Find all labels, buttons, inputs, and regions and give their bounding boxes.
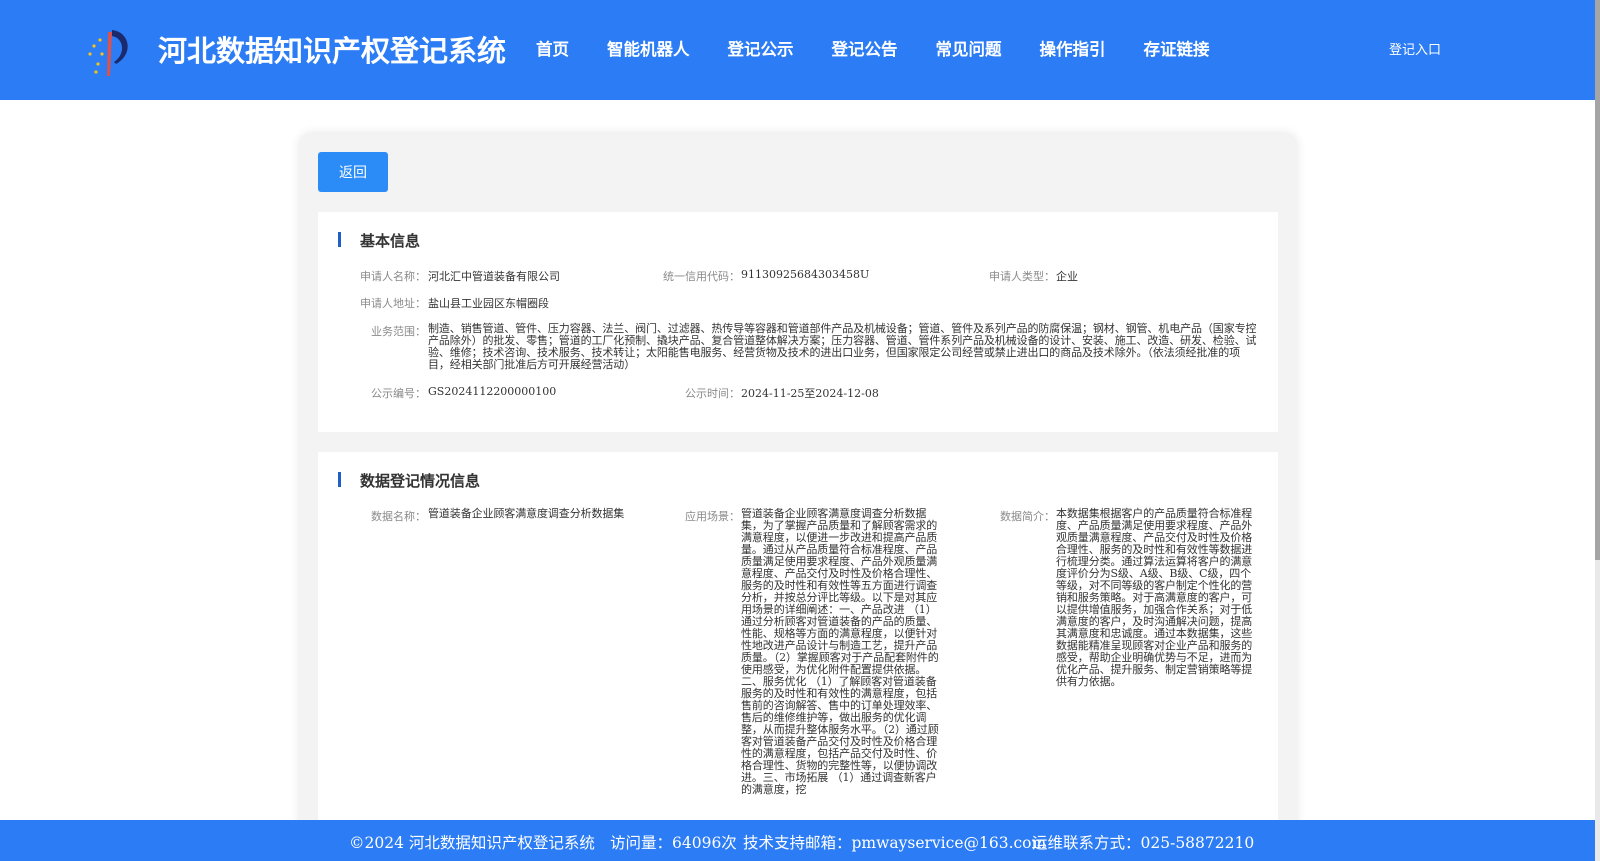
- nav-announcement[interactable]: 登记公告: [832, 36, 898, 60]
- footer-phone: 运维联系方式：025-58872210: [1032, 834, 1255, 852]
- nav-home[interactable]: 首页: [536, 36, 569, 60]
- nav-publicity[interactable]: 登记公示: [728, 36, 794, 60]
- pub-time-label: 公示时间：: [685, 387, 740, 400]
- site-title: 河北数据知识产权登记系统: [158, 34, 507, 68]
- address-label: 申请人地址：: [360, 297, 426, 310]
- data-name-value: 管道装备企业顾客满意度调查分析数据集: [428, 507, 625, 520]
- pub-no-label: 公示编号：: [371, 387, 426, 400]
- applicant-type-value: 企业: [1056, 270, 1078, 283]
- address-value: 盐山县工业园区东帽圈段: [428, 297, 549, 310]
- credit-code-label: 统一信用代码：: [663, 270, 740, 283]
- nav-guide[interactable]: 操作指引: [1040, 36, 1106, 60]
- footer-visits: 访问量：64096次: [610, 834, 737, 852]
- data-name-label: 数据名称：: [371, 510, 426, 523]
- main-nav: 首页 智能机器人 登记公示 登记公告 常见问题 操作指引 存证链接: [536, 36, 1248, 60]
- back-button[interactable]: 返回: [318, 152, 388, 192]
- footer-email: 技术支持邮箱：pmwayservice@163.com: [743, 834, 1047, 852]
- applicant-name-value: 河北汇中管道装备有限公司: [428, 270, 560, 283]
- footer-bar: ©2024 河北数据知识产权登记系统 访问量：64096次 技术支持邮箱：pmw…: [0, 820, 1595, 861]
- section-marker: [338, 472, 341, 487]
- scope-label: 业务范围：: [371, 325, 426, 338]
- nav-evidence-link[interactable]: 存证链接: [1144, 36, 1210, 60]
- applicant-type-label: 申请人类型：: [989, 270, 1055, 283]
- pub-time-value: 2024-11-25至2024-12-08: [741, 387, 879, 400]
- login-link[interactable]: 登记入口: [1389, 39, 1441, 58]
- scope-value: 制造、销售管道、管件、压力容器、法兰、阀门、过滤器、热传导等容器和管道部件产品及…: [428, 322, 1257, 371]
- intro-value: 本数据集根据客户的产品质量符合标准程度、产品质量满足使用要求程度、产品外观质量满…: [1056, 507, 1253, 688]
- section-marker: [338, 232, 341, 247]
- credit-code-value: 91130925684303458U: [741, 268, 870, 281]
- applicant-name-label: 申请人名称：: [360, 270, 426, 283]
- pub-no-value: GS2024112200000100: [428, 385, 557, 398]
- intro-label: 数据简介：: [1000, 510, 1055, 523]
- footer-copyright: ©2024 河北数据知识产权登记系统: [349, 834, 595, 852]
- basic-info-title: 基本信息: [360, 232, 421, 250]
- nav-faq[interactable]: 常见问题: [936, 36, 1002, 60]
- site-logo-icon: [88, 30, 128, 76]
- page-scrollbar-thumb[interactable]: [1595, 0, 1600, 560]
- nav-robot[interactable]: 智能机器人: [607, 36, 690, 60]
- top-header: 河北数据知识产权登记系统 首页 智能机器人 登记公示 登记公告 常见问题 操作指…: [0, 0, 1595, 100]
- scene-value: 管道装备企业顾客满意度调查分析数据集，为了掌握产品质量和了解顾客需求的满意程度，…: [741, 508, 939, 796]
- data-reg-title: 数据登记情况信息: [360, 472, 481, 490]
- scene-label: 应用场景：: [685, 510, 740, 523]
